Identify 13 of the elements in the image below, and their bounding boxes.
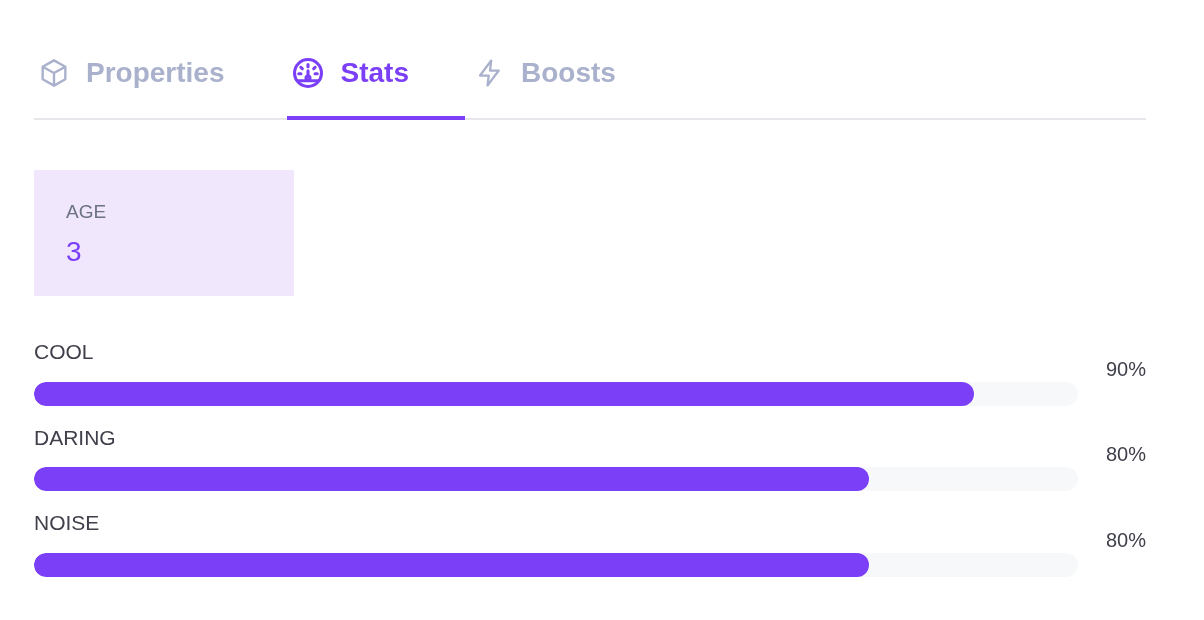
tab[interactable]: Boosts — [470, 30, 672, 120]
stat-name: COOL — [34, 339, 95, 365]
stat-percent: 80% — [1104, 527, 1146, 553]
stat-percent: 90% — [1104, 356, 1146, 382]
stat-name: NOISE — [34, 510, 101, 536]
tab[interactable]: Properties — [34, 30, 281, 120]
stat-name: DARING — [34, 424, 117, 451]
gauge-icon — [290, 56, 325, 90]
cube-icon — [38, 57, 70, 89]
stat-value: 3 — [66, 234, 83, 269]
stat-label: AGE — [66, 200, 108, 224]
stat-percent: 80% — [1104, 442, 1146, 467]
tab[interactable]: Stats — [286, 30, 465, 120]
